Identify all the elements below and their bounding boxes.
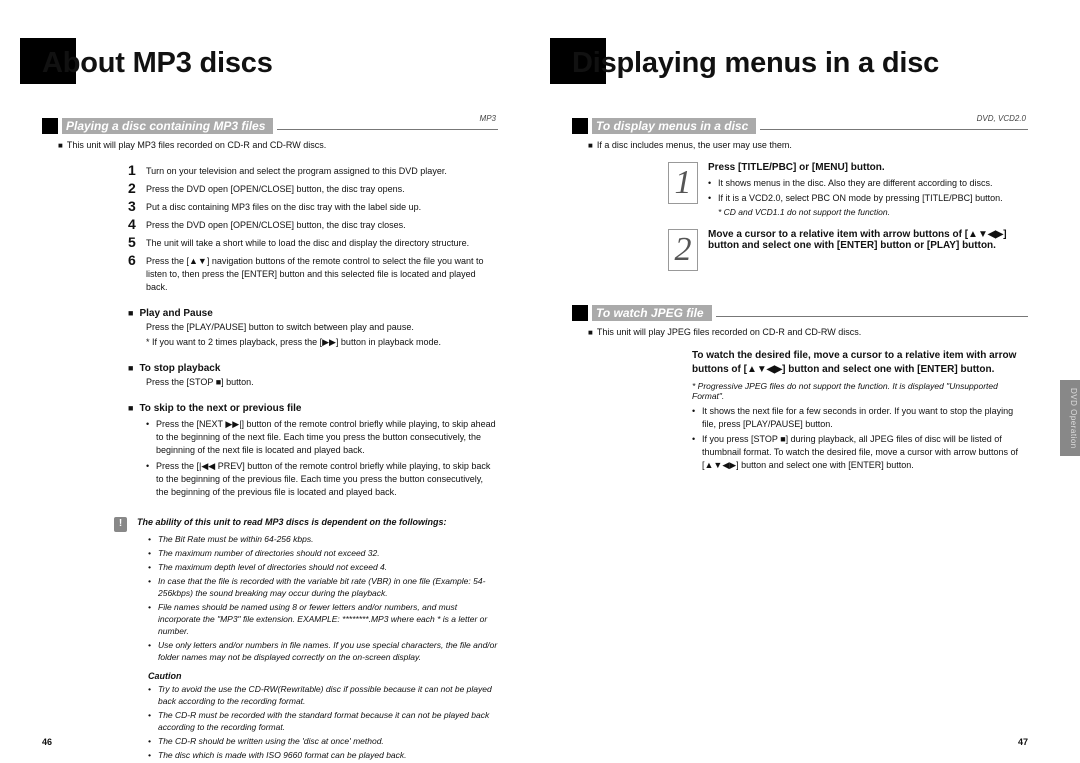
info-lead: The ability of this unit to read MP3 dis… <box>137 517 447 527</box>
caution-label: Caution <box>148 671 498 681</box>
subhead-skip: To skip to the next or previous file <box>128 403 498 414</box>
jpeg-step-body: To watch the desired file, move a cursor… <box>692 349 1028 472</box>
caution-bullet-4: The disc which is made with ISO 9660 for… <box>148 749 498 761</box>
caution-bullet-1: Try to avoid the use the CD-RW(Rewritabl… <box>148 683 498 707</box>
page-47: Displaying menus in a disc To display me… <box>540 0 1080 763</box>
jpeg-bullet-1: It shows the next file for a few seconds… <box>692 405 1028 431</box>
section-title: To watch JPEG file <box>596 306 704 320</box>
info-bullet-2: The maximum number of directories should… <box>148 547 498 559</box>
big-step-1-head: Press [TITLE/PBC] or [MENU] button. <box>708 162 1028 173</box>
subhead-play-pause: Play and Pause <box>128 308 498 319</box>
big-step-number: 1 <box>668 162 698 204</box>
big-step-2: 2 Move a cursor to a relative item with … <box>668 229 1028 271</box>
step-1: Turn on your television and select the p… <box>146 162 447 178</box>
step-3: Put a disc containing MP3 files on the d… <box>146 198 421 214</box>
jpeg-step-note: * Progressive JPEG files do not support … <box>692 381 1028 401</box>
section-tab-icon <box>42 118 58 134</box>
caution-bullet-2: The CD-R must be recorded with the stand… <box>148 709 498 733</box>
section-playing-mp3: Playing a disc containing MP3 files MP3 <box>42 118 498 134</box>
skip-bullets: Press the [NEXT ▶▶|] button of the remot… <box>146 418 498 499</box>
title-text: About MP3 discs <box>42 40 498 86</box>
side-tab-dvd-operation: DVD Operation <box>1060 380 1080 456</box>
caution-icon <box>114 517 127 532</box>
play-pause-text: Press the [PLAY/PAUSE] button to switch … <box>146 321 498 334</box>
step1-bullet-1: It shows menus in the disc. Also they ar… <box>708 177 1028 190</box>
stop-text: Press the [STOP ■] button. <box>146 376 498 389</box>
page-number-left: 46 <box>42 737 52 747</box>
section-display-menus: To display menus in a disc DVD, VCD2.0 <box>572 118 1028 134</box>
section-tab-icon <box>572 118 588 134</box>
step1-note: * CD and VCD1.1 do not support the funct… <box>718 207 1028 217</box>
steps-list: 1Turn on your television and select the … <box>128 162 498 294</box>
info-bullet-1: The Bit Rate must be within 64-256 kbps. <box>148 533 498 545</box>
step-4: Press the DVD open [OPEN/CLOSE] button, … <box>146 216 406 232</box>
big-step-number: 2 <box>668 229 698 271</box>
skip-bullet-1: Press the [NEXT ▶▶|] button of the remot… <box>146 418 498 457</box>
page-number-right: 47 <box>1018 737 1028 747</box>
skip-bullet-2: Press the [|◀◀ PREV] button of the remot… <box>146 460 498 499</box>
jpeg-step-head: To watch the desired file, move a cursor… <box>692 349 1028 377</box>
intro-note-r1: If a disc includes menus, the user may u… <box>588 140 1028 150</box>
info-bullet-4: In case that the file is recorded with t… <box>148 575 498 599</box>
section-tag: DVD, VCD2.0 <box>977 114 1026 123</box>
section-title: Playing a disc containing MP3 files <box>66 119 265 133</box>
title-left: About MP3 discs <box>42 40 498 98</box>
title-right: Displaying menus in a disc <box>572 40 1028 98</box>
info-bullet-3: The maximum depth level of directories s… <box>148 561 498 573</box>
jpeg-bullet-2: If you press [STOP ■] during playback, a… <box>692 433 1028 472</box>
step-2: Press the DVD open [OPEN/CLOSE] button, … <box>146 180 405 196</box>
section-tab-icon <box>572 305 588 321</box>
caution-bullet-3: The CD-R should be written using the 'di… <box>148 735 498 747</box>
title-text: Displaying menus in a disc <box>572 40 1028 86</box>
intro-note-r2: This unit will play JPEG files recorded … <box>588 327 1028 337</box>
page-46: About MP3 discs Playing a disc containin… <box>0 0 540 763</box>
step-5: The unit will take a short while to load… <box>146 234 469 250</box>
intro-note: This unit will play MP3 files recorded o… <box>58 140 498 150</box>
big-step-1: 1 Press [TITLE/PBC] or [MENU] button. It… <box>668 162 1028 217</box>
play-pause-note: * If you want to 2 times playback, press… <box>146 336 498 349</box>
info-bullet-5: File names should be named using 8 or fe… <box>148 601 498 637</box>
step1-bullet-2: If it is a VCD2.0, select PBC ON mode by… <box>708 192 1028 205</box>
info-bullet-6: Use only letters and/or numbers in file … <box>148 639 498 663</box>
section-title: To display menus in a disc <box>596 119 748 133</box>
info-box: The ability of this unit to read MP3 dis… <box>114 517 498 761</box>
section-tag: MP3 <box>480 114 496 123</box>
subhead-stop: To stop playback <box>128 363 498 374</box>
section-watch-jpeg: To watch JPEG file <box>572 305 1028 321</box>
big-step-2-head: Move a cursor to a relative item with ar… <box>708 229 1028 251</box>
step-6: Press the [▲▼] navigation buttons of the… <box>146 252 498 294</box>
